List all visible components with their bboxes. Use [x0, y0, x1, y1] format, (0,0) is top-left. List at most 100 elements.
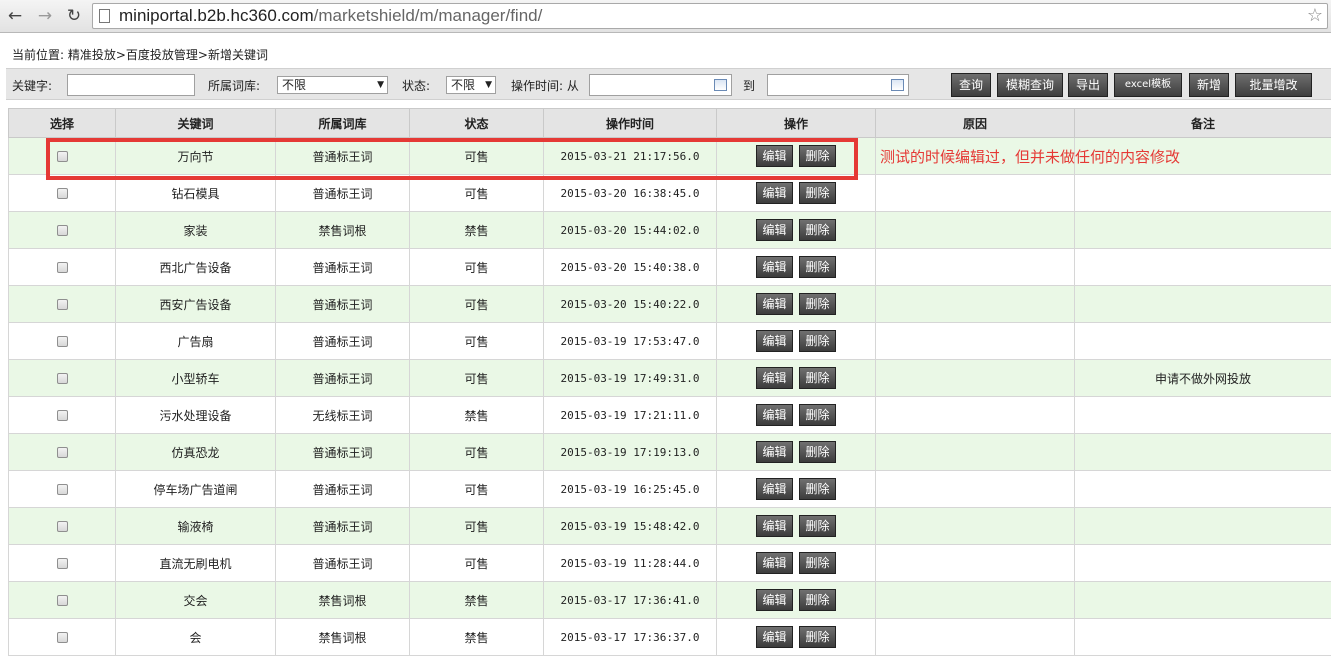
calendar-icon[interactable]	[891, 79, 904, 91]
row-checkbox[interactable]	[56, 632, 68, 643]
table-row: 仿真恐龙 普通标王词 可售 2015-03-19 17:19:13.0 编辑 删除	[8, 433, 1331, 471]
time-from-input[interactable]	[589, 74, 732, 96]
status-select[interactable]: 不限 ▼	[446, 76, 496, 94]
library-cell: 禁售词根	[275, 618, 410, 656]
edit-button[interactable]: 编辑	[756, 552, 793, 574]
operation-cell: 编辑 删除	[716, 359, 876, 397]
select-cell	[8, 433, 116, 471]
table-row: 交会 禁售词根 禁售 2015-03-17 17:36:41.0 编辑 删除	[8, 581, 1331, 619]
row-checkbox[interactable]	[56, 595, 68, 606]
time-to-input[interactable]	[767, 74, 909, 96]
edit-button[interactable]: 编辑	[756, 182, 793, 204]
back-arrow-icon[interactable]: ←	[4, 5, 26, 27]
operation-cell: 编辑 删除	[716, 544, 876, 582]
delete-button[interactable]: 删除	[799, 219, 836, 241]
select-cell	[8, 174, 116, 212]
row-checkbox[interactable]	[56, 410, 68, 421]
row-checkbox[interactable]	[56, 447, 68, 458]
status-select-value: 不限	[451, 78, 476, 92]
keyword-cell: 西安广告设备	[115, 285, 276, 323]
library-select[interactable]: 不限 ▼	[277, 76, 388, 94]
bookmark-star-icon[interactable]: ☆	[1307, 5, 1323, 26]
column-header: 操作	[716, 108, 876, 138]
delete-button[interactable]: 删除	[799, 552, 836, 574]
status-cell: 可售	[409, 433, 544, 471]
select-cell	[8, 285, 116, 323]
row-checkbox[interactable]	[56, 336, 68, 347]
row-checkbox[interactable]	[56, 299, 68, 310]
edit-button[interactable]: 编辑	[756, 404, 793, 426]
address-bar[interactable]: miniportal.b2b.hc360.com/marketshield/m/…	[92, 3, 1328, 29]
delete-button[interactable]: 删除	[799, 182, 836, 204]
note-cell	[1074, 544, 1331, 582]
row-checkbox[interactable]	[56, 188, 68, 199]
delete-button[interactable]: 删除	[799, 256, 836, 278]
query-button[interactable]: 查询	[951, 73, 991, 97]
batch-add-button[interactable]: 批量增改	[1235, 73, 1312, 97]
time-cell: 2015-03-19 15:48:42.0	[543, 507, 717, 545]
select-cell	[8, 618, 116, 656]
table-row: 家装 禁售词根 禁售 2015-03-20 15:44:02.0 编辑 删除	[8, 211, 1331, 249]
keyword-cell: 西北广告设备	[115, 248, 276, 286]
delete-button[interactable]: 删除	[799, 478, 836, 500]
delete-button[interactable]: 删除	[799, 367, 836, 389]
chevron-down-icon: ▼	[377, 80, 384, 90]
delete-button[interactable]: 删除	[799, 626, 836, 648]
edit-button[interactable]: 编辑	[756, 330, 793, 352]
edit-button[interactable]: 编辑	[756, 626, 793, 648]
column-header: 备注	[1074, 108, 1331, 138]
delete-button[interactable]: 删除	[799, 404, 836, 426]
keyword-input[interactable]	[67, 74, 195, 96]
note-cell	[1074, 322, 1331, 360]
table-row: 输液椅 普通标王词 可售 2015-03-19 15:48:42.0 编辑 删除	[8, 507, 1331, 545]
time-cell: 2015-03-17 17:36:37.0	[543, 618, 717, 656]
calendar-icon[interactable]	[714, 79, 727, 91]
keyword-cell: 输液椅	[115, 507, 276, 545]
delete-button[interactable]: 删除	[799, 441, 836, 463]
edit-button[interactable]: 编辑	[756, 589, 793, 611]
status-cell: 禁售	[409, 581, 544, 619]
edit-button[interactable]: 编辑	[756, 219, 793, 241]
reason-cell	[875, 285, 1075, 323]
excel-template-button[interactable]: excel模板	[1114, 73, 1182, 97]
edit-button[interactable]: 编辑	[756, 256, 793, 278]
edit-button[interactable]: 编辑	[756, 367, 793, 389]
delete-button[interactable]: 删除	[799, 515, 836, 537]
operation-cell: 编辑 删除	[716, 396, 876, 434]
delete-button[interactable]: 删除	[799, 293, 836, 315]
row-checkbox[interactable]	[56, 484, 68, 495]
fuzzy-query-button[interactable]: 模糊查询	[997, 73, 1063, 97]
edit-button[interactable]: 编辑	[756, 478, 793, 500]
edit-button[interactable]: 编辑	[756, 293, 793, 315]
table-row: 停车场广告道闸 普通标王词 可售 2015-03-19 16:25:45.0 编辑 删除	[8, 470, 1331, 508]
row-checkbox[interactable]	[56, 262, 68, 273]
keyword-cell: 污水处理设备	[115, 396, 276, 434]
reason-cell	[875, 359, 1075, 397]
row-checkbox[interactable]	[56, 373, 68, 384]
library-cell: 普通标王词	[275, 174, 410, 212]
library-label: 所属词库:	[208, 79, 261, 93]
select-cell	[8, 507, 116, 545]
row-checkbox[interactable]	[56, 558, 68, 569]
delete-button[interactable]: 删除	[799, 589, 836, 611]
operation-cell: 编辑 删除	[716, 581, 876, 619]
add-button[interactable]: 新增	[1189, 73, 1229, 97]
reason-cell	[875, 433, 1075, 471]
forward-arrow-icon[interactable]: →	[34, 5, 56, 27]
row-checkbox[interactable]	[56, 521, 68, 532]
select-cell	[8, 396, 116, 434]
library-cell: 普通标王词	[275, 322, 410, 360]
note-cell	[1074, 507, 1331, 545]
delete-button[interactable]: 删除	[799, 330, 836, 352]
reason-cell	[875, 248, 1075, 286]
row-checkbox[interactable]	[56, 225, 68, 236]
edit-button[interactable]: 编辑	[756, 515, 793, 537]
operation-cell: 编辑 删除	[716, 618, 876, 656]
operation-cell: 编辑 删除	[716, 433, 876, 471]
reason-cell	[875, 396, 1075, 434]
export-button[interactable]: 导出	[1068, 73, 1108, 97]
reload-icon[interactable]: ↻	[63, 5, 85, 27]
edit-button[interactable]: 编辑	[756, 441, 793, 463]
table-row: 钻石模具 普通标王词 可售 2015-03-20 16:38:45.0 编辑 删除	[8, 174, 1331, 212]
time-cell: 2015-03-19 17:21:11.0	[543, 396, 717, 434]
